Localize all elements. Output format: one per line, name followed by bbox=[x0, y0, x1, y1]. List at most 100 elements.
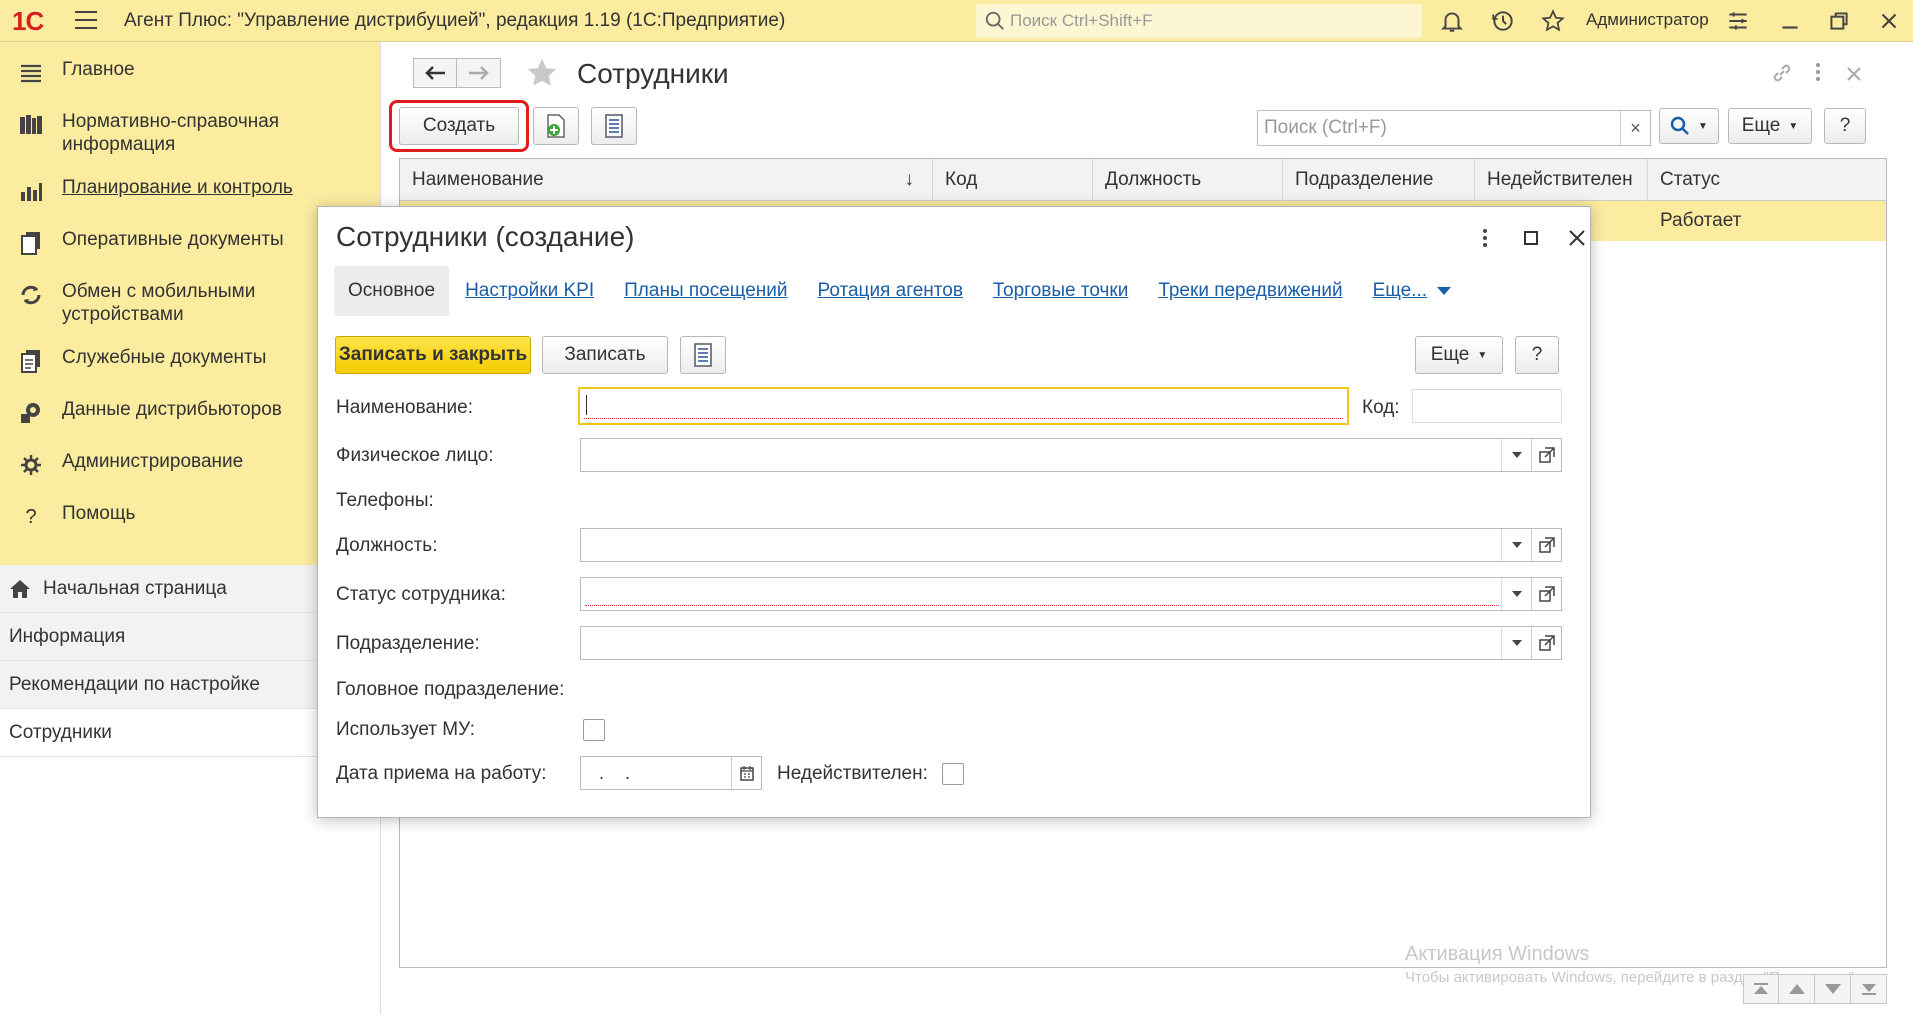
favorite-star-icon[interactable] bbox=[524, 56, 560, 90]
scroll-bottom-button[interactable] bbox=[1851, 974, 1887, 1004]
column-header-position[interactable]: Должность bbox=[1093, 159, 1283, 201]
section-label: Помощь bbox=[62, 503, 136, 524]
open-icon[interactable] bbox=[1531, 439, 1561, 471]
list-search-placeholder: Поиск (Ctrl+F) bbox=[1264, 117, 1387, 138]
tab-movement-tracks[interactable]: Треки передвижений bbox=[1158, 280, 1342, 302]
question-icon: ? bbox=[25, 505, 37, 528]
more-label: Еще bbox=[1430, 344, 1470, 365]
open-icon[interactable] bbox=[1531, 529, 1561, 561]
invalid-checkbox[interactable] bbox=[942, 763, 964, 785]
bar-chart-icon bbox=[18, 178, 44, 204]
list-search-input[interactable]: Поиск (Ctrl+F) × bbox=[1257, 110, 1651, 146]
minimize-icon[interactable] bbox=[1777, 8, 1803, 34]
gear-icon bbox=[18, 452, 44, 478]
section-label: Оперативные документы bbox=[62, 229, 284, 250]
windows-activation-title: Активация Windows bbox=[1405, 943, 1590, 965]
tab-more[interactable]: Еще... bbox=[1373, 280, 1452, 302]
department-field[interactable] bbox=[580, 626, 1562, 660]
favorites-star-icon[interactable] bbox=[1540, 8, 1566, 34]
tab-outlets[interactable]: Торговые точки bbox=[993, 280, 1128, 302]
create-button[interactable]: Создать bbox=[399, 107, 519, 145]
clear-search-icon[interactable]: × bbox=[1620, 111, 1650, 145]
tab-kpi-settings[interactable]: Настройки KPI bbox=[465, 280, 594, 302]
dropdown-icon[interactable] bbox=[1501, 529, 1531, 561]
chevron-down-icon bbox=[1437, 286, 1452, 295]
dialog-more-button[interactable]: Еще ▼ bbox=[1415, 336, 1503, 374]
person-field[interactable] bbox=[580, 438, 1562, 472]
column-header-invalid[interactable]: Недействителен bbox=[1475, 159, 1648, 201]
documents-icon bbox=[18, 230, 44, 256]
restore-window-icon[interactable] bbox=[1826, 8, 1852, 34]
dialog-maximize-icon[interactable] bbox=[1516, 223, 1546, 253]
global-search-input[interactable]: Поиск Ctrl+Shift+F bbox=[976, 4, 1422, 38]
dialog-title: Сотрудники (создание) bbox=[336, 221, 635, 252]
department-label: Подразделение: bbox=[336, 633, 480, 654]
name-input[interactable] bbox=[578, 387, 1349, 425]
scroll-top-button[interactable] bbox=[1743, 974, 1779, 1004]
save-and-close-button[interactable]: Записать и закрыть bbox=[335, 336, 531, 374]
list-more-button[interactable]: Еще ▼ bbox=[1728, 108, 1812, 144]
employee-status-field[interactable] bbox=[580, 577, 1562, 611]
dropdown-icon[interactable] bbox=[1501, 578, 1531, 610]
dialog-close-icon[interactable] bbox=[1562, 223, 1592, 253]
section-main[interactable]: Главное bbox=[0, 48, 380, 100]
position-field[interactable] bbox=[580, 528, 1562, 562]
dialog-more-vertical-icon[interactable] bbox=[1470, 223, 1500, 253]
arrow-right-icon bbox=[468, 66, 489, 80]
search-icon bbox=[1670, 116, 1689, 135]
dialog-help-button[interactable]: ? bbox=[1515, 336, 1559, 374]
employee-create-dialog: Сотрудники (создание) Основное Настройки… bbox=[317, 206, 1591, 818]
section-label: Планирование и контроль bbox=[62, 177, 293, 198]
add-document-icon bbox=[547, 114, 565, 138]
more-label: Еще bbox=[1741, 115, 1781, 136]
scroll-down-icon bbox=[1824, 984, 1841, 994]
hire-date-field[interactable]: . . bbox=[580, 756, 762, 790]
save-button[interactable]: Записать bbox=[542, 336, 668, 374]
app-title: Агент Плюс: "Управление дистрибуцией", р… bbox=[124, 10, 786, 31]
settings-lines-icon[interactable] bbox=[1725, 8, 1751, 34]
current-user[interactable]: Администратор bbox=[1586, 10, 1709, 30]
create-copy-button[interactable] bbox=[533, 107, 579, 145]
close-app-icon[interactable] bbox=[1876, 8, 1902, 34]
uses-mu-checkbox[interactable] bbox=[583, 719, 605, 741]
arrow-left-icon bbox=[425, 66, 445, 80]
section-reference[interactable]: Нормативно-справочная информация bbox=[0, 100, 380, 166]
section-label: Служебные документы bbox=[62, 347, 267, 368]
scroll-bottom-icon bbox=[1861, 984, 1876, 995]
table-header: Наименование ↓ Код Должность Подразделени… bbox=[400, 159, 1886, 201]
column-header-status[interactable]: Статус bbox=[1648, 159, 1886, 201]
main-menu-icon[interactable] bbox=[75, 11, 97, 29]
more-vertical-icon[interactable] bbox=[1805, 62, 1831, 88]
dialog-report-button[interactable] bbox=[680, 336, 726, 374]
tab-more-label: Еще... bbox=[1372, 280, 1428, 301]
code-input[interactable] bbox=[1412, 389, 1562, 423]
forward-button[interactable] bbox=[457, 58, 501, 88]
tab-visit-plans[interactable]: Планы посещений bbox=[624, 280, 787, 302]
open-window-label: Информация bbox=[9, 625, 126, 647]
text-caret bbox=[586, 395, 587, 415]
section-label: Администрирование bbox=[62, 451, 244, 472]
scroll-up-button[interactable] bbox=[1779, 974, 1815, 1004]
list-help-button[interactable]: ? bbox=[1824, 108, 1866, 144]
dropdown-icon[interactable] bbox=[1501, 439, 1531, 471]
open-icon[interactable] bbox=[1531, 578, 1561, 610]
bell-icon[interactable] bbox=[1439, 8, 1465, 34]
scroll-down-button[interactable] bbox=[1815, 974, 1851, 1004]
tab-main[interactable]: Основное bbox=[334, 266, 450, 316]
link-icon[interactable] bbox=[1769, 62, 1795, 88]
chevron-down-icon: ▼ bbox=[1788, 120, 1799, 132]
history-icon[interactable] bbox=[1490, 8, 1516, 34]
chevron-down-icon: ▼ bbox=[1698, 120, 1708, 132]
back-button[interactable] bbox=[413, 58, 457, 88]
app-logo: 1С bbox=[12, 6, 44, 36]
close-form-icon[interactable] bbox=[1841, 62, 1867, 88]
column-header-department[interactable]: Подразделение bbox=[1283, 159, 1475, 201]
list-settings-button[interactable] bbox=[591, 107, 637, 145]
calendar-icon[interactable] bbox=[731, 757, 761, 789]
search-options-button[interactable]: ▼ bbox=[1659, 108, 1719, 144]
tab-agent-rotation[interactable]: Ротация агентов bbox=[818, 280, 963, 302]
dropdown-icon[interactable] bbox=[1501, 627, 1531, 659]
column-header-code[interactable]: Код bbox=[933, 159, 1093, 201]
column-header-name[interactable]: Наименование ↓ bbox=[400, 159, 933, 201]
open-icon[interactable] bbox=[1531, 627, 1561, 659]
